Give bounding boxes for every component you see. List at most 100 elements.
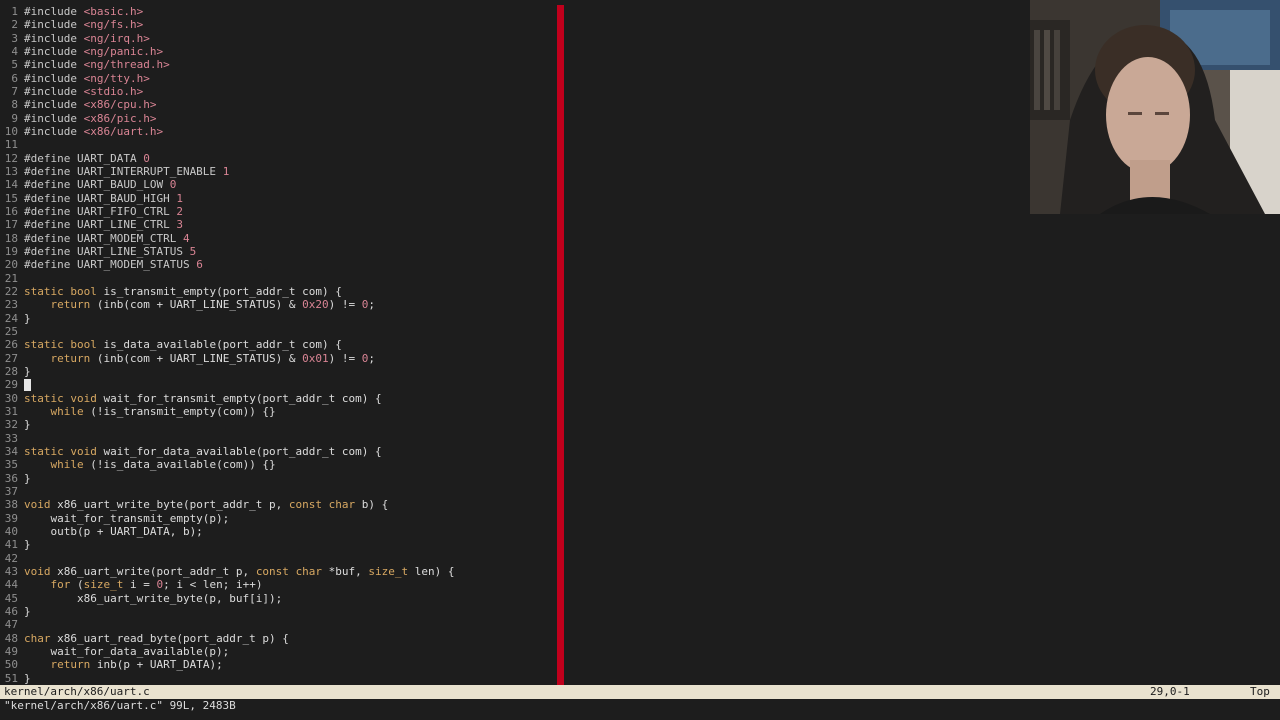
code-token: <x86/uart.h> bbox=[83, 124, 164, 138]
line-number: 1 bbox=[11, 5, 18, 18]
line-content: #include <ng/irq.h> bbox=[24, 32, 150, 45]
line-number: 42 bbox=[4, 551, 18, 565]
line-content: #define UART_MODEM_CTRL 4 bbox=[24, 232, 190, 245]
line-content: static void wait_for_data_available(port… bbox=[24, 445, 382, 458]
code-token: inb(p + UART_DATA); bbox=[90, 658, 223, 672]
code-token: <stdio.h> bbox=[83, 84, 144, 98]
code-token: static bbox=[24, 444, 64, 458]
code-token: 1 bbox=[222, 164, 230, 178]
code-token: wait_for_transmit_empty(port_addr_t com)… bbox=[96, 391, 382, 405]
code-token: #include bbox=[24, 44, 84, 58]
code-token: i = bbox=[123, 578, 157, 592]
code-token: } bbox=[24, 311, 31, 325]
code-token: } bbox=[24, 671, 31, 685]
line-content: x86_uart_write_byte(p, buf[i]); bbox=[24, 592, 282, 605]
line-number: 46 bbox=[4, 604, 18, 618]
code-token: ( bbox=[70, 578, 84, 592]
code-token: size_t bbox=[83, 578, 124, 592]
line-number: 30 bbox=[4, 391, 18, 405]
code-token: void bbox=[24, 564, 51, 578]
line-content: } bbox=[24, 418, 31, 431]
code-token: char bbox=[328, 498, 356, 512]
code-token: #include bbox=[24, 71, 84, 85]
line-number: 23 bbox=[4, 298, 18, 312]
line-number: 15 bbox=[4, 191, 18, 205]
line-number: 26 bbox=[4, 338, 18, 352]
code-token: ; bbox=[368, 298, 376, 312]
line-number: 18 bbox=[4, 231, 18, 245]
line-content: #include <x86/uart.h> bbox=[24, 125, 163, 138]
line-number: 28 bbox=[4, 364, 18, 378]
line-number: 31 bbox=[4, 404, 18, 418]
code-token: ) != bbox=[328, 298, 362, 312]
code-token: void bbox=[70, 391, 97, 405]
line-number: 13 bbox=[4, 164, 18, 178]
line-content: static bool is_transmit_empty(port_addr_… bbox=[24, 285, 342, 298]
code-token: (inb(com + UART_LINE_STATUS) & bbox=[90, 351, 303, 365]
line-content: void x86_uart_write_byte(port_addr_t p, … bbox=[24, 498, 388, 511]
code-token: 0x01 bbox=[302, 351, 329, 365]
code-token: x86_uart_write_byte(port_addr_t p, bbox=[50, 498, 289, 512]
line-number: 47 bbox=[4, 618, 18, 632]
line-number: 9 bbox=[11, 111, 18, 125]
line-content: wait_for_data_available(p); bbox=[24, 645, 229, 658]
code-token: while bbox=[50, 404, 84, 418]
code-token: 0 bbox=[169, 178, 177, 192]
line-content: #define UART_LINE_CTRL 3 bbox=[24, 218, 183, 231]
line-content: while (!is_data_available(com)) {} bbox=[24, 458, 276, 471]
code-token: for bbox=[50, 578, 71, 592]
line-number: 41 bbox=[4, 538, 18, 552]
code-token: #include bbox=[24, 84, 84, 98]
line-number: 24 bbox=[4, 311, 18, 325]
line-number: 29 bbox=[4, 378, 18, 392]
code-token: static bbox=[24, 284, 64, 298]
line-number: 3 bbox=[11, 31, 18, 45]
line-content: static bool is_data_available(port_addr_… bbox=[24, 338, 342, 351]
line-content: for (size_t i = 0; i < len; i++) bbox=[24, 578, 263, 592]
line-number: 45 bbox=[4, 591, 18, 605]
line-content: #include <ng/thread.h> bbox=[24, 58, 170, 71]
code-token: wait_for_data_available(p); bbox=[24, 644, 230, 658]
code-token: #include bbox=[24, 18, 84, 32]
code-token: void bbox=[70, 444, 97, 458]
line-number: 51 bbox=[4, 671, 18, 685]
code-token: #define UART_BAUD_HIGH bbox=[24, 191, 177, 205]
code-token: is_data_available(port_addr_t com) { bbox=[96, 338, 342, 352]
code-token: <ng/panic.h> bbox=[83, 44, 164, 58]
code-token: 6 bbox=[196, 258, 203, 272]
line-content: return (inb(com + UART_LINE_STATUS) & 0x… bbox=[24, 298, 376, 312]
code-token: } bbox=[24, 418, 31, 432]
line-content: return (inb(com + UART_LINE_STATUS) & 0x… bbox=[24, 351, 376, 365]
line-number: 43 bbox=[4, 564, 18, 578]
line-number: 32 bbox=[4, 418, 18, 432]
code-token: (!is_transmit_empty(com)) {} bbox=[83, 404, 276, 418]
line-number: 40 bbox=[4, 524, 18, 538]
code-token: <ng/fs.h> bbox=[83, 18, 144, 32]
line-content: } bbox=[24, 672, 31, 685]
code-token: 5 bbox=[189, 244, 197, 258]
line-number: 25 bbox=[4, 324, 18, 338]
code-token: return bbox=[50, 298, 91, 312]
line-content: static void wait_for_transmit_empty(port… bbox=[24, 392, 382, 405]
statusline-cursor-position: 29,0-1 bbox=[1150, 685, 1190, 698]
code-token: #define UART_LINE_STATUS bbox=[24, 244, 190, 258]
statusline-filename: kernel/arch/x86/uart.c bbox=[4, 685, 150, 698]
code-token: static bbox=[24, 391, 64, 405]
code-token: ; i < len; i++) bbox=[163, 578, 263, 592]
code-token: #define UART_DATA bbox=[24, 151, 144, 165]
line-content: return inb(p + UART_DATA); bbox=[24, 658, 223, 671]
line-number: 19 bbox=[4, 244, 18, 258]
code-token: <ng/tty.h> bbox=[83, 71, 150, 85]
code-token: 2 bbox=[176, 204, 183, 218]
line-number: 36 bbox=[4, 471, 18, 485]
line-content: #define UART_LINE_STATUS 5 bbox=[24, 245, 196, 258]
line-number: 50 bbox=[4, 658, 18, 672]
code-token: 1 bbox=[176, 191, 183, 205]
code-token: #define UART_MODEM_STATUS bbox=[24, 258, 197, 272]
code-editor[interactable]: 1 #include <basic.h> 2 #include <ng/fs.h> 3 #… bbox=[0, 5, 1030, 685]
